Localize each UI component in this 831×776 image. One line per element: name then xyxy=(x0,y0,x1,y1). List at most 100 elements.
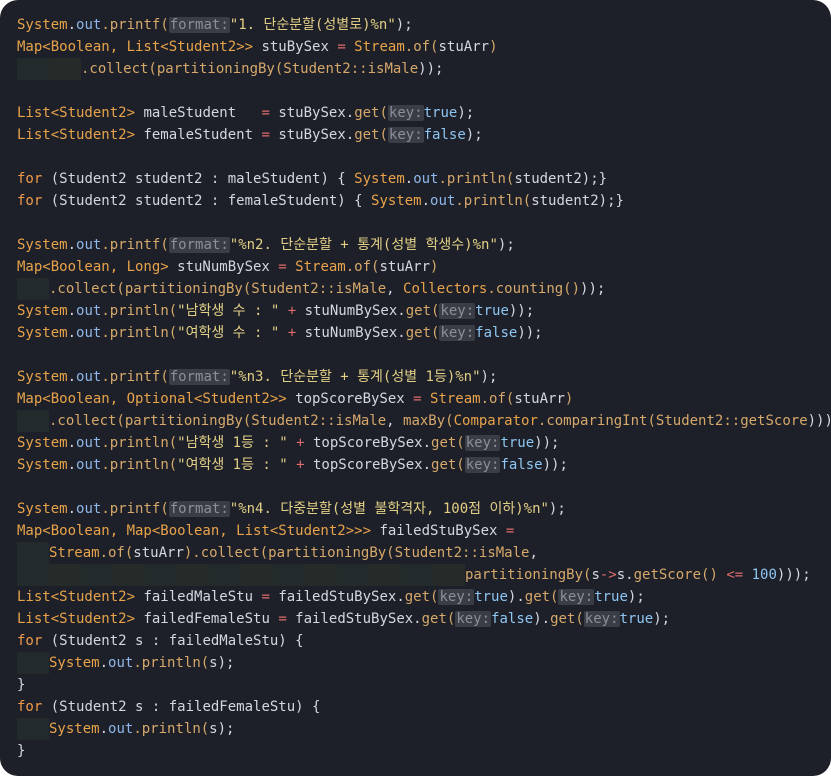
code-token: + xyxy=(279,303,305,319)
code-token: partitioningBy( xyxy=(268,545,395,561)
code-token: .printf( xyxy=(101,17,169,33)
code-line[interactable]: List<Student2> failedFemaleStu = failedS… xyxy=(17,608,831,630)
code-token: . xyxy=(67,17,77,33)
code-line[interactable]: for (Student2 student2 : femaleStudent) … xyxy=(17,190,831,212)
code-token: = xyxy=(261,105,270,121)
code-token: Student2::isMale xyxy=(251,281,387,297)
code-token: "%n4. 다중분할(성별 불학격자, 100점 이하)%n" xyxy=(229,501,549,517)
code-line[interactable]: System.out.println("남학생 1등 : " + topScor… xyxy=(17,432,831,454)
code-token: true xyxy=(474,589,508,605)
code-token: System xyxy=(17,303,68,319)
code-line[interactable]: System.out.println(s); xyxy=(17,652,831,674)
code-token: stuBySex. xyxy=(269,127,355,143)
code-token: Map<Boolean, Long> xyxy=(17,259,169,275)
code-line[interactable]: System.out.println("여학생 1등 : " + topScor… xyxy=(17,454,831,476)
code-token: get( xyxy=(431,435,465,451)
code-token: topScoreBySex. xyxy=(313,435,432,451)
code-line[interactable]: Map<Boolean, List<Student2>> stuBySex = … xyxy=(17,36,831,58)
code-line[interactable] xyxy=(17,476,831,498)
code-token: Student2::isMale xyxy=(394,545,530,561)
parameter-hint: key: xyxy=(455,611,492,627)
code-token: .of( xyxy=(99,545,134,561)
code-token: = xyxy=(337,39,346,55)
code-token: )))); xyxy=(807,413,831,429)
parameter-hint: key: xyxy=(464,457,501,473)
code-token: get( xyxy=(354,127,388,143)
code-line[interactable]: System.out.printf(format:"1. 단순분할(성별로)%n… xyxy=(17,14,831,36)
code-token: for xyxy=(17,699,43,715)
code-token: List<Student2> xyxy=(17,589,136,605)
code-line[interactable]: } xyxy=(17,674,831,696)
code-token: get( xyxy=(405,303,440,319)
code-line[interactable]: for (Student2 student2 : maleStudent) { … xyxy=(17,168,831,190)
code-token: for xyxy=(17,193,43,209)
code-token: . xyxy=(67,457,77,473)
parameter-hint: key: xyxy=(387,127,424,143)
code-token: stuBySex. xyxy=(269,105,355,121)
code-token: topScoreBySex. xyxy=(313,457,432,473)
code-area[interactable]: System.out.printf(format:"1. 단순분할(성별로)%n… xyxy=(17,14,831,762)
code-line[interactable]: System.out.printf(format:"%n3. 단순분할 + 통계… xyxy=(17,366,831,388)
indent-guide xyxy=(433,564,465,586)
code-line[interactable]: List<Student2> maleStudent = stuBySex.ge… xyxy=(17,102,831,124)
code-line[interactable]: .collect(partitioningBy(Student2::isMale… xyxy=(17,410,831,432)
code-line[interactable]: Map<Boolean, Map<Boolean, List<Student2>… xyxy=(17,520,831,542)
code-line[interactable]: Map<Boolean, Long> stuNumBySex = Stream.… xyxy=(17,256,831,278)
code-token: "남학생 수 : " xyxy=(177,303,280,319)
code-token: .println( xyxy=(101,435,178,451)
code-line[interactable]: System.out.println("남학생 수 : " + stuNumBy… xyxy=(17,300,831,322)
code-line[interactable]: for (Student2 s : failedFemaleStu) { xyxy=(17,696,831,718)
code-token: ); xyxy=(480,369,498,385)
code-line[interactable]: System.out.println("여학생 수 : " + stuNumBy… xyxy=(17,322,831,344)
code-line[interactable]: Stream.of(stuArr).collect(partitioningBy… xyxy=(17,542,831,564)
code-line[interactable]: Map<Boolean, Optional<Student2>> topScor… xyxy=(17,388,831,410)
code-token: "여학생 수 : " xyxy=(177,325,280,341)
code-editor[interactable]: System.out.printf(format:"1. 단순분할(성별로)%n… xyxy=(0,0,831,776)
code-token: get( xyxy=(354,105,388,121)
code-token: . xyxy=(67,325,77,341)
code-token: .comparingInt( xyxy=(537,413,656,429)
code-token: out xyxy=(413,171,439,187)
code-token: failedStuBySex xyxy=(371,523,506,539)
code-token: failedMaleStu xyxy=(135,589,262,605)
code-line[interactable]: .collect(partitioningBy(Student2::isMale… xyxy=(17,58,831,80)
code-token: failedFemaleStu xyxy=(135,611,279,627)
code-line[interactable] xyxy=(17,80,831,102)
code-token: . xyxy=(421,193,431,209)
code-line[interactable]: } xyxy=(17,740,831,762)
code-token: false xyxy=(500,457,543,473)
code-line[interactable] xyxy=(17,344,831,366)
code-token: ) xyxy=(430,259,439,275)
code-token: true xyxy=(619,611,654,627)
code-line[interactable]: System.out.printf(format:"%n2. 단순분할 + 통계… xyxy=(17,234,831,256)
code-token: stuNumBySex xyxy=(168,259,279,275)
code-line[interactable] xyxy=(17,212,831,234)
code-line[interactable] xyxy=(17,146,831,168)
parameter-hint: key: xyxy=(583,611,620,627)
code-token: ); xyxy=(457,105,475,121)
code-token: false xyxy=(475,325,518,341)
indent-guide xyxy=(273,564,305,586)
code-token: out xyxy=(76,501,102,517)
code-token: out xyxy=(76,369,102,385)
code-token: )); xyxy=(517,325,543,341)
indent-guide xyxy=(209,564,241,586)
indent-guide xyxy=(401,564,433,586)
code-token: = xyxy=(261,127,270,143)
code-line[interactable]: List<Student2> failedMaleStu = failedStu… xyxy=(17,586,831,608)
code-token: ).collect( xyxy=(183,545,269,561)
indent-guide xyxy=(17,58,49,80)
code-line[interactable]: partitioningBy(s->s.getScore() <= 100)))… xyxy=(17,564,831,586)
code-token: . xyxy=(99,655,109,671)
code-line[interactable]: for (Student2 s : failedMaleStu) { xyxy=(17,630,831,652)
code-token: )); xyxy=(542,457,568,473)
code-line[interactable]: System.out.println(s); xyxy=(17,718,831,740)
code-line[interactable]: .collect(partitioningBy(Student2::isMale… xyxy=(17,278,831,300)
code-token: out xyxy=(76,435,102,451)
code-token: Student2::isMale xyxy=(251,413,387,429)
code-token: .printf( xyxy=(101,237,169,253)
code-token: = xyxy=(505,523,515,539)
code-line[interactable]: List<Student2> femaleStudent = stuBySex.… xyxy=(17,124,831,146)
code-token: .println( xyxy=(133,655,210,671)
code-line[interactable]: System.out.printf(format:"%n4. 다중분할(성별 불… xyxy=(17,498,831,520)
